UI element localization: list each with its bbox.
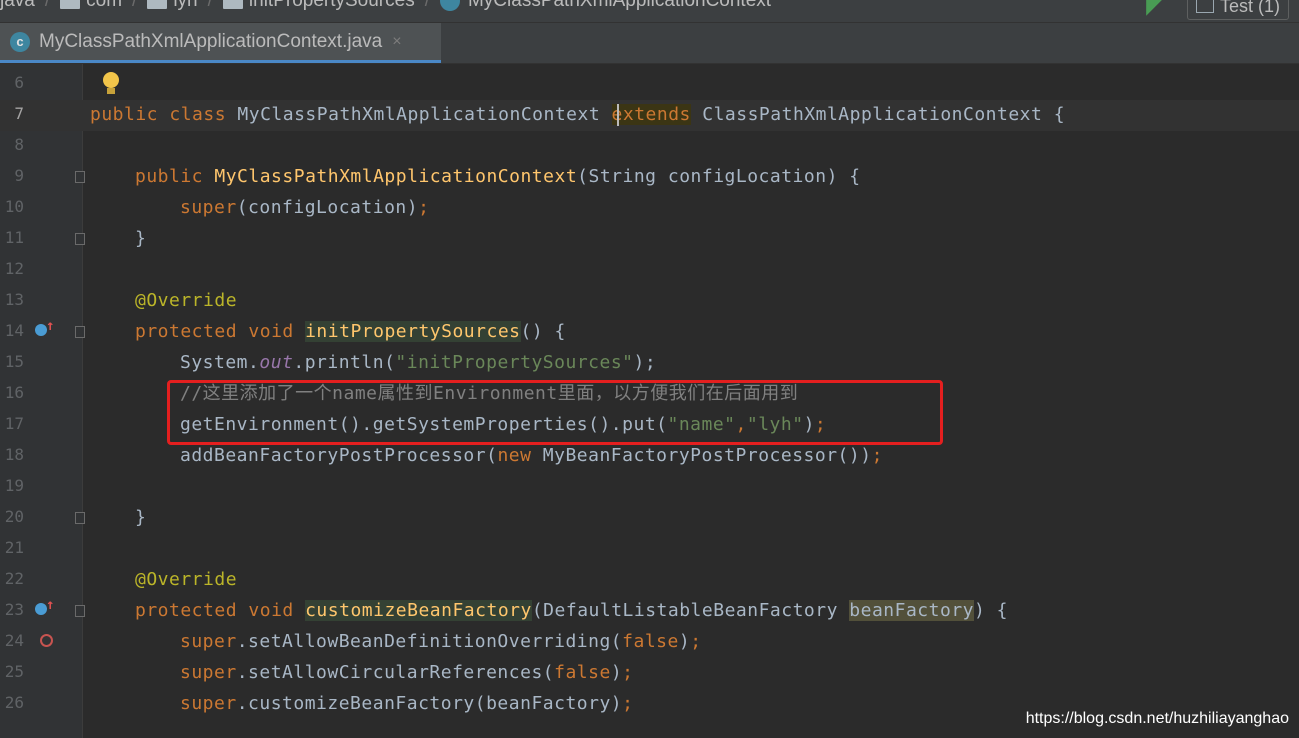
breakpoint-icon[interactable] bbox=[40, 634, 53, 647]
code-line[interactable]: 14 ↑ protected void initPropertySources(… bbox=[0, 317, 1299, 348]
line-number: 11 bbox=[4, 228, 24, 247]
tab-label: MyClassPathXmlApplicationContext.java bbox=[39, 30, 383, 52]
breadcrumb-label: initPropertySources bbox=[248, 0, 415, 11]
editor-tab-bar: c MyClassPathXmlApplicationContext.java … bbox=[0, 23, 1299, 64]
code-text: @Override bbox=[135, 290, 238, 311]
code-line[interactable]: 22 @Override bbox=[0, 565, 1299, 596]
line-number: 10 bbox=[4, 197, 24, 216]
code-line[interactable]: 18 addBeanFactoryPostProcessor(new MyBea… bbox=[0, 441, 1299, 472]
method-icon bbox=[222, 0, 243, 9]
code-text: super.setAllowBeanDefinitionOverriding(f… bbox=[180, 631, 702, 652]
line-number: 13 bbox=[4, 290, 24, 309]
fold-marker-icon[interactable] bbox=[75, 605, 85, 617]
class-icon bbox=[439, 0, 460, 11]
code-text: @Override bbox=[135, 569, 238, 590]
code-line[interactable]: 8 bbox=[0, 131, 1299, 162]
navigation-bar: java / com / lyh / initPropertySources /… bbox=[0, 0, 1299, 23]
code-text: super(configLocation); bbox=[180, 197, 430, 218]
breadcrumb-separator: / bbox=[424, 0, 430, 11]
line-number: 22 bbox=[4, 569, 24, 588]
breadcrumb-label: java bbox=[0, 0, 35, 11]
line-number: 12 bbox=[4, 259, 24, 278]
code-text: super.customizeBeanFactory(beanFactory); bbox=[180, 693, 634, 714]
line-number: 19 bbox=[4, 476, 24, 495]
code-line[interactable]: 25 super.setAllowCircularReferences(fals… bbox=[0, 658, 1299, 689]
highlight-annotation-box bbox=[167, 380, 943, 445]
code-text: } bbox=[135, 507, 147, 528]
code-line[interactable]: 23 ↑ protected void customizeBeanFactory… bbox=[0, 596, 1299, 627]
up-arrow-icon: ↑ bbox=[46, 597, 55, 613]
breadcrumb-label: MyClassPathXmlApplicationContext bbox=[467, 0, 772, 11]
code-text: addBeanFactoryPostProcessor(new MyBeanFa… bbox=[180, 445, 883, 466]
code-line[interactable]: 10 super(configLocation); bbox=[0, 193, 1299, 224]
fold-marker-icon[interactable] bbox=[75, 171, 85, 183]
breadcrumb-item-class[interactable]: MyClassPathXmlApplicationContext bbox=[439, 0, 772, 12]
breadcrumb-label: lyh bbox=[173, 0, 198, 11]
code-line[interactable]: 6 bbox=[0, 69, 1299, 100]
code-text: public MyClassPathXmlApplicationContext(… bbox=[135, 166, 861, 187]
code-line[interactable]: 11 } bbox=[0, 224, 1299, 255]
fold-marker-icon[interactable] bbox=[75, 512, 85, 524]
watermark-text: https://blog.csdn.net/huzhiliayanghao bbox=[1025, 710, 1289, 727]
close-icon[interactable]: × bbox=[392, 33, 401, 51]
run-config-icon bbox=[1195, 0, 1214, 13]
breadcrumb-item-java[interactable]: java bbox=[0, 0, 35, 12]
text-caret bbox=[617, 104, 619, 126]
code-text: public class MyClassPathXmlApplicationCo… bbox=[90, 104, 1066, 125]
line-number: 7 bbox=[14, 104, 24, 123]
line-number: 15 bbox=[4, 352, 24, 371]
code-text: super.setAllowCircularReferences(false); bbox=[180, 662, 634, 683]
line-number: 20 bbox=[4, 507, 24, 526]
code-text: protected void customizeBeanFactory(Defa… bbox=[135, 600, 1009, 621]
run-config-label: Test (1) bbox=[1219, 0, 1280, 16]
breadcrumb-separator: / bbox=[132, 0, 138, 11]
breadcrumb-item-lyh[interactable]: lyh bbox=[147, 0, 198, 12]
code-text: protected void initPropertySources() { bbox=[135, 321, 566, 342]
line-number: 26 bbox=[4, 693, 24, 712]
lightbulb-icon[interactable] bbox=[102, 72, 120, 96]
code-line[interactable]: 21 bbox=[0, 534, 1299, 565]
code-line[interactable]: 24 super.setAllowBeanDefinitionOverridin… bbox=[0, 627, 1299, 658]
up-arrow-icon: ↑ bbox=[46, 318, 55, 334]
build-hammer-icon[interactable]: ◤ bbox=[1146, 0, 1163, 19]
tab-myclasspathxmlapplicationcontext[interactable]: c MyClassPathXmlApplicationContext.java … bbox=[0, 23, 441, 63]
breadcrumb-separator: / bbox=[207, 0, 213, 11]
run-configuration-selector[interactable]: Test (1) bbox=[1186, 0, 1289, 20]
line-number: 25 bbox=[4, 662, 24, 681]
code-line[interactable]: 15 System.out.println("initPropertySourc… bbox=[0, 348, 1299, 379]
code-line[interactable]: 7 public class MyClassPathXmlApplication… bbox=[0, 100, 1299, 131]
line-number: 17 bbox=[4, 414, 24, 433]
line-number: 6 bbox=[14, 73, 24, 92]
code-line[interactable]: 13 @Override bbox=[0, 286, 1299, 317]
breadcrumb-label: com bbox=[86, 0, 123, 11]
package-icon bbox=[147, 0, 168, 9]
line-number: 9 bbox=[14, 166, 24, 185]
package-icon bbox=[60, 0, 81, 9]
code-line[interactable]: 20 } bbox=[0, 503, 1299, 534]
line-number: 8 bbox=[14, 135, 24, 154]
line-number: 14 bbox=[4, 321, 24, 340]
breadcrumb-item-com[interactable]: com bbox=[60, 0, 122, 12]
java-class-icon: c bbox=[10, 31, 30, 52]
code-line[interactable]: 9 public MyClassPathXmlApplicationContex… bbox=[0, 162, 1299, 193]
fold-marker-icon[interactable] bbox=[75, 233, 85, 245]
line-number: 23 bbox=[4, 600, 24, 619]
line-number: 18 bbox=[4, 445, 24, 464]
breadcrumb-separator: / bbox=[44, 0, 51, 11]
breadcrumb-item-method[interactable]: initPropertySources bbox=[222, 0, 415, 12]
code-text: System.out.println("initPropertySources"… bbox=[180, 352, 657, 373]
line-number: 24 bbox=[4, 631, 24, 650]
line-number: 21 bbox=[4, 538, 24, 557]
code-line[interactable]: 12 bbox=[0, 255, 1299, 286]
breadcrumb: java / com / lyh / initPropertySources /… bbox=[0, 0, 771, 12]
line-number: 16 bbox=[4, 383, 24, 402]
code-text: } bbox=[135, 228, 147, 249]
code-line[interactable]: 19 bbox=[0, 472, 1299, 503]
fold-marker-icon[interactable] bbox=[75, 326, 85, 338]
